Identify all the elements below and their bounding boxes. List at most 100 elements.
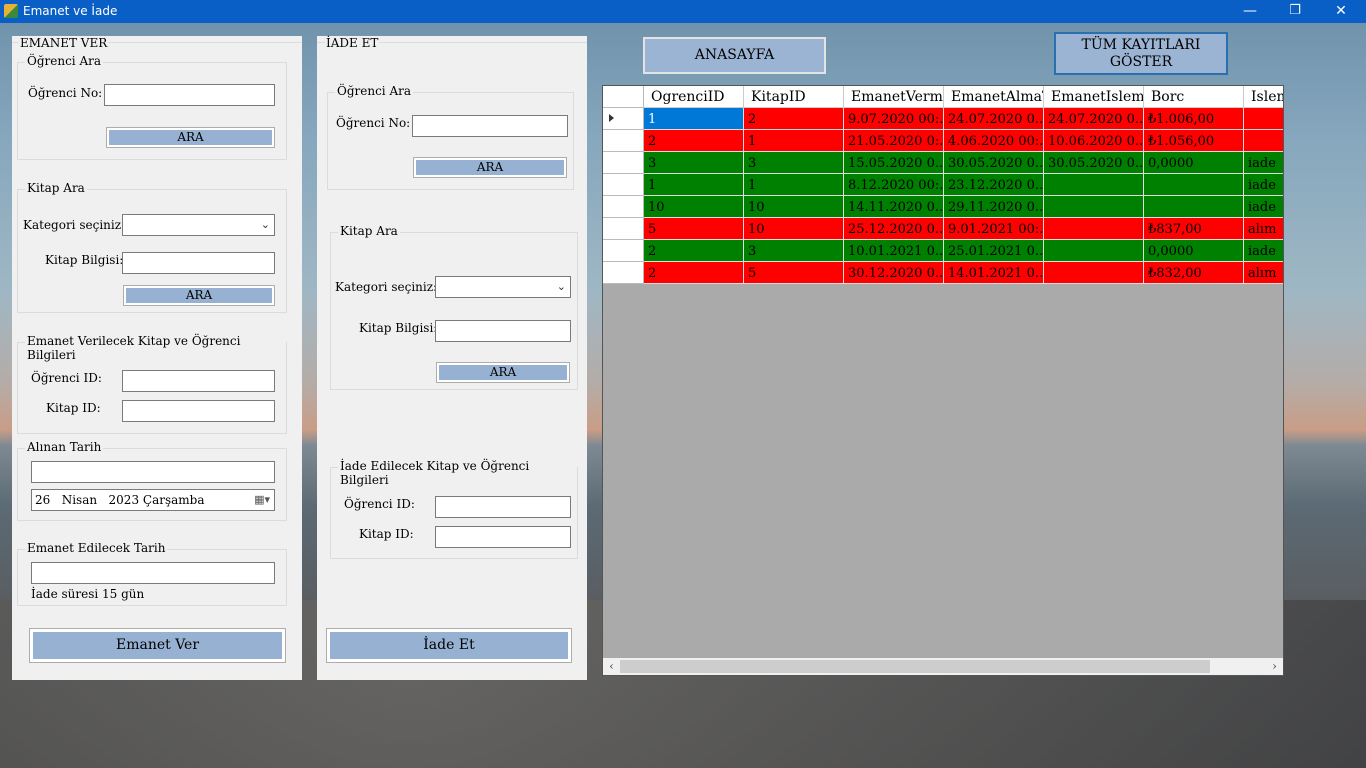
column-header[interactable]: KitapID	[744, 86, 844, 108]
table-cell[interactable]	[1144, 196, 1244, 218]
table-cell[interactable]: iade	[1244, 152, 1283, 174]
table-cell[interactable]: 30.12.2020 0...	[844, 262, 944, 284]
maximize-button[interactable]: ❐	[1272, 0, 1318, 23]
emanet-ogrenci-no-input[interactable]	[104, 84, 275, 106]
table-cell[interactable]: alım	[1244, 262, 1283, 284]
emanet-ogrenci-ara-button[interactable]: ARA	[106, 127, 275, 148]
table-cell[interactable]: 2	[644, 262, 744, 284]
table-cell[interactable]: 25.12.2020 0...	[844, 218, 944, 240]
row-header[interactable]	[603, 196, 644, 218]
table-cell[interactable]: 1	[744, 130, 844, 152]
row-header[interactable]	[603, 240, 644, 262]
table-cell[interactable]: ₺1.006,00	[1144, 108, 1244, 130]
table-cell[interactable]: 21.05.2020 0:...	[844, 130, 944, 152]
table-cell[interactable]	[1244, 130, 1283, 152]
table-cell[interactable]: 10	[644, 196, 744, 218]
emanet-kategori-select[interactable]: ⌄	[122, 214, 275, 236]
table-cell[interactable]	[1244, 108, 1283, 130]
table-row[interactable]: 1 2 9.07.2020 00:... 24.07.2020 0... 24.…	[603, 108, 1283, 130]
iade-et-button[interactable]: İade Et	[326, 628, 572, 663]
anasayfa-button[interactable]: ANASAYFA	[643, 37, 826, 74]
table-cell[interactable]: iade	[1244, 196, 1283, 218]
table-cell[interactable]	[1144, 174, 1244, 196]
table-row[interactable]: 2 3 10.01.2021 0... 25.01.2021 0... 0,00…	[603, 240, 1283, 262]
table-cell[interactable]: 23.12.2020 0...	[944, 174, 1044, 196]
table-cell[interactable]: 3	[644, 152, 744, 174]
column-header[interactable]: EmanetIslemTa	[1044, 86, 1144, 108]
table-cell[interactable]: iade	[1244, 240, 1283, 262]
table-cell[interactable]: 3	[744, 152, 844, 174]
table-cell[interactable]: 1	[744, 174, 844, 196]
iade-kitap-bilgisi-input[interactable]	[435, 320, 571, 342]
iade-kategori-select[interactable]: ⌄	[435, 276, 571, 298]
scroll-left-icon[interactable]: ‹	[603, 658, 620, 675]
emanet-kitap-ara-button[interactable]: ARA	[123, 285, 275, 306]
table-cell[interactable]: 10	[744, 196, 844, 218]
minimize-button[interactable]: —	[1227, 0, 1273, 23]
column-header[interactable]: OgrenciID	[644, 86, 744, 108]
row-header[interactable]	[603, 108, 644, 130]
table-cell[interactable]: 0,0000	[1144, 240, 1244, 262]
horizontal-scrollbar[interactable]: ‹ ›	[603, 658, 1283, 675]
table-row[interactable]: 2 5 30.12.2020 0... 14.01.2021 0... ₺832…	[603, 262, 1283, 284]
iade-ogrenci-ara-button[interactable]: ARA	[413, 157, 567, 178]
emanet-ogrenci-id-input[interactable]	[122, 370, 275, 392]
row-header[interactable]	[603, 262, 644, 284]
table-cell[interactable]: 3	[744, 240, 844, 262]
records-grid[interactable]: OgrenciID KitapID EmanetVermeT EmanetAlm…	[602, 85, 1284, 676]
table-cell[interactable]: 14.11.2020 0...	[844, 196, 944, 218]
table-cell[interactable]: 9.01.2021 00:...	[944, 218, 1044, 240]
iade-kitap-ara-button[interactable]: ARA	[436, 362, 570, 383]
table-cell[interactable]: 0,0000	[1144, 152, 1244, 174]
table-cell[interactable]	[1044, 262, 1144, 284]
alinan-tarih-datepicker[interactable]: 26 Nisan 2023 Çarşamba ▦▾	[31, 489, 275, 511]
table-cell[interactable]: ₺837,00	[1144, 218, 1244, 240]
row-header[interactable]	[603, 174, 644, 196]
table-row[interactable]: 3 3 15.05.2020 0... 30.05.2020 0... 30.0…	[603, 152, 1283, 174]
close-button[interactable]: ✕	[1318, 0, 1364, 23]
column-header[interactable]: Borc	[1144, 86, 1244, 108]
iade-ogrenci-no-input[interactable]	[412, 115, 568, 137]
column-header[interactable]: Islem	[1244, 86, 1283, 108]
table-cell[interactable]: 14.01.2021 0...	[944, 262, 1044, 284]
table-cell[interactable]: alım	[1244, 218, 1283, 240]
table-cell[interactable]: 1	[644, 108, 744, 130]
table-row[interactable]: 5 10 25.12.2020 0... 9.01.2021 00:... ₺8…	[603, 218, 1283, 240]
row-header[interactable]	[603, 152, 644, 174]
table-cell[interactable]: 8.12.2020 00:...	[844, 174, 944, 196]
table-cell[interactable]: 5	[744, 262, 844, 284]
table-cell[interactable]: 15.05.2020 0...	[844, 152, 944, 174]
table-cell[interactable]: iade	[1244, 174, 1283, 196]
table-cell[interactable]: 10.01.2021 0...	[844, 240, 944, 262]
row-header[interactable]	[603, 130, 644, 152]
table-cell[interactable]: 1	[644, 174, 744, 196]
table-cell[interactable]: 10.06.2020 0...	[1044, 130, 1144, 152]
emanet-kitap-bilgisi-input[interactable]	[122, 252, 275, 274]
row-header[interactable]	[603, 218, 644, 240]
emanet-ver-button[interactable]: Emanet Ver	[29, 628, 286, 663]
table-row[interactable]: 1 1 8.12.2020 00:... 23.12.2020 0... iad…	[603, 174, 1283, 196]
table-cell[interactable]: 24.07.2020 0...	[944, 108, 1044, 130]
scrollbar-thumb[interactable]	[620, 660, 1210, 673]
table-row[interactable]: 2 1 21.05.2020 0:... 4.06.2020 00:... 10…	[603, 130, 1283, 152]
iade-kitap-id-input[interactable]	[435, 526, 571, 548]
table-cell[interactable]: 2	[644, 130, 744, 152]
column-header[interactable]: EmanetAlmaTa	[944, 86, 1044, 108]
table-row[interactable]: 10 10 14.11.2020 0... 29.11.2020 0... ia…	[603, 196, 1283, 218]
iade-ogrenci-id-input[interactable]	[435, 496, 571, 518]
table-cell[interactable]: 2	[644, 240, 744, 262]
alinan-tarih-input[interactable]	[31, 461, 275, 483]
table-cell[interactable]	[1044, 174, 1144, 196]
table-cell[interactable]: ₺1.056,00	[1144, 130, 1244, 152]
column-header[interactable]: EmanetVermeT	[844, 86, 944, 108]
table-cell[interactable]: 4.06.2020 00:...	[944, 130, 1044, 152]
table-cell[interactable]	[1044, 240, 1144, 262]
emanet-kitap-id-input[interactable]	[122, 400, 275, 422]
table-cell[interactable]: 10	[744, 218, 844, 240]
scroll-right-icon[interactable]: ›	[1266, 658, 1283, 675]
table-cell[interactable]	[1044, 196, 1144, 218]
tum-kayitlari-goster-button[interactable]: TÜM KAYITLARI GÖSTER	[1054, 32, 1228, 75]
table-cell[interactable]: ₺832,00	[1144, 262, 1244, 284]
table-cell[interactable]: 24.07.2020 0...	[1044, 108, 1144, 130]
table-cell[interactable]: 9.07.2020 00:...	[844, 108, 944, 130]
